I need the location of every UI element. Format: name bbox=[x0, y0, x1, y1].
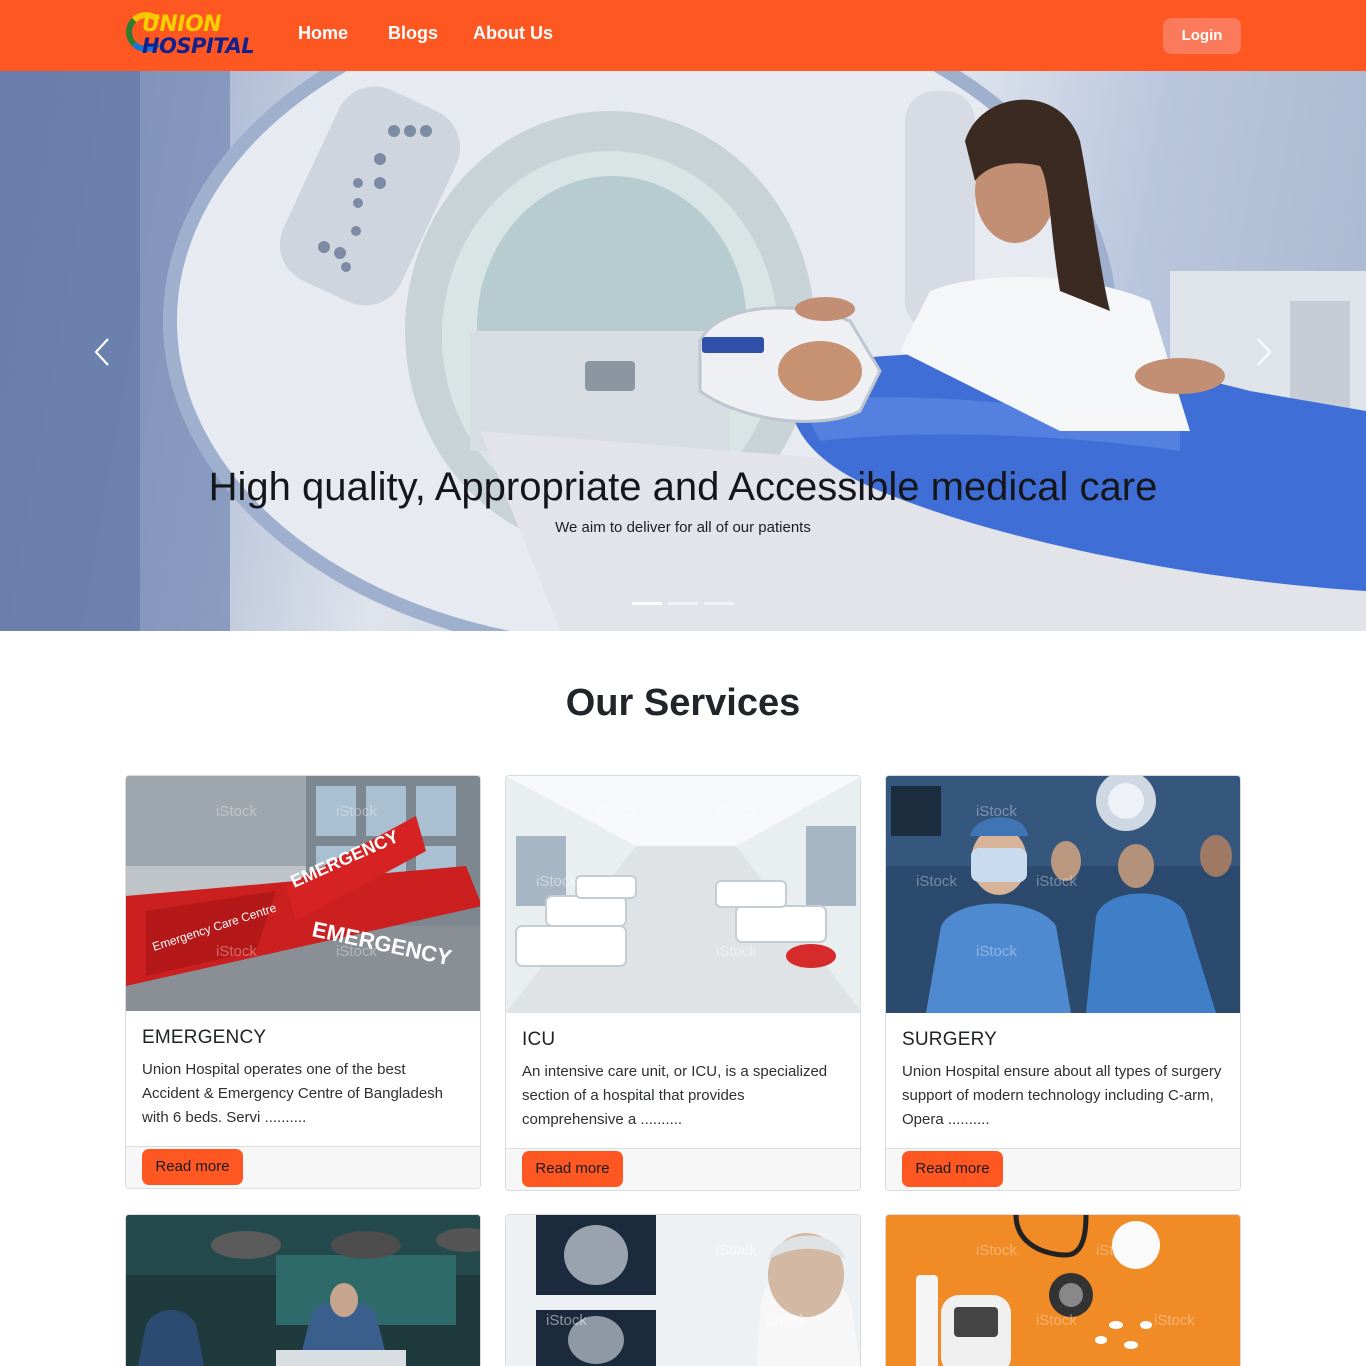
read-more-button[interactable]: Read more bbox=[902, 1151, 1003, 1187]
service-card-operation-theatre bbox=[125, 1214, 481, 1366]
surgery-image: iStock iStock iStock iStock bbox=[886, 776, 1240, 1013]
navbar: UNION HOSPITAL Home Blogs About Us Login bbox=[0, 0, 1366, 71]
emergency-image: EMERGENCY EMERGENCY Emergency Care Centr… bbox=[126, 776, 480, 1011]
service-card-diagnostics: iStock iStock iStock bbox=[505, 1214, 861, 1366]
hero-subtitle: We aim to deliver for all of our patient… bbox=[555, 519, 811, 536]
read-more-button[interactable]: Read more bbox=[522, 1151, 623, 1187]
carousel-indicator-1[interactable] bbox=[632, 602, 662, 605]
hero-carousel: High quality, Appropriate and Accessible… bbox=[0, 71, 1366, 631]
card-title: EMERGENCY bbox=[142, 1027, 267, 1048]
operation-theatre-photo bbox=[126, 1215, 480, 1366]
watermark-text: iStock bbox=[1096, 1242, 1137, 1259]
services-heading: Our Services bbox=[565, 682, 801, 724]
watermark-text: iStock bbox=[716, 1242, 757, 1259]
watermark-text: iStock bbox=[916, 873, 957, 890]
service-card-surgery: iStock iStock iStock iStock SURGERY Unio… bbox=[885, 775, 1241, 1191]
card-footer: Read more bbox=[126, 1146, 480, 1188]
watermark-text: iStock bbox=[216, 803, 257, 820]
card-body: SURGERY Union Hospital ensure about all … bbox=[886, 1013, 1240, 1146]
nav-home[interactable]: Home bbox=[298, 23, 348, 44]
card-footer: Read more bbox=[886, 1148, 1240, 1190]
watermark-text: iStock bbox=[716, 803, 757, 820]
watermark-text: iStock bbox=[336, 943, 377, 960]
watermark-text: iStock bbox=[1154, 1312, 1195, 1329]
icu-ward-photo: iStock iStock iStock iStock bbox=[506, 776, 860, 1013]
watermark-text: iStock bbox=[546, 1312, 587, 1329]
radiology-photo: iStock iStock iStock bbox=[506, 1215, 860, 1366]
watermark-text: iStock bbox=[1036, 1312, 1077, 1329]
mri-scanner-photo bbox=[0, 71, 1366, 631]
card-title: ICU bbox=[522, 1029, 556, 1050]
card-body: ICU An intensive care unit, or ICU, is a… bbox=[506, 1013, 860, 1146]
service-card-emergency: EMERGENCY EMERGENCY Emergency Care Centr… bbox=[125, 775, 481, 1189]
watermark-text: iStock bbox=[766, 1312, 807, 1329]
emergency-building-photo: EMERGENCY EMERGENCY Emergency Care Centr… bbox=[126, 776, 480, 1011]
hero-caption: High quality, Appropriate and Accessible… bbox=[183, 463, 1183, 536]
card-footer: Read more bbox=[506, 1148, 860, 1190]
watermark-text: iStock bbox=[216, 943, 257, 960]
carousel-indicator-2[interactable] bbox=[668, 602, 698, 605]
nav-about-us[interactable]: About Us bbox=[473, 23, 553, 44]
card-title: SURGERY bbox=[902, 1029, 998, 1050]
glucose-meter-photo: iStock iStock iStock iStock bbox=[886, 1215, 1240, 1366]
hero-title: High quality, Appropriate and Accessible… bbox=[208, 465, 1158, 509]
service-card-diabetes: iStock iStock iStock iStock bbox=[885, 1214, 1241, 1366]
carousel-indicator-3[interactable] bbox=[704, 602, 734, 605]
carousel-prev-button[interactable] bbox=[82, 327, 122, 377]
card-body: EMERGENCY Union Hospital operates one of… bbox=[126, 1011, 480, 1144]
watermark-text: iStock bbox=[596, 803, 637, 820]
watermark-text: iStock bbox=[716, 943, 757, 960]
diabetes-image: iStock iStock iStock iStock bbox=[886, 1215, 1240, 1366]
card-text: An intensive care unit, or ICU, is a spe… bbox=[522, 1063, 828, 1128]
card-text: Union Hospital operates one of the best … bbox=[142, 1061, 444, 1126]
chevron-right-icon bbox=[1257, 338, 1272, 366]
icu-image: iStock iStock iStock iStock bbox=[506, 776, 860, 1013]
read-more-button[interactable]: Read more bbox=[142, 1149, 243, 1185]
watermark-text: iStock bbox=[976, 1242, 1017, 1259]
union-hospital-logo[interactable]: UNION HOSPITAL bbox=[126, 8, 255, 60]
login-button[interactable]: Login bbox=[1163, 18, 1241, 54]
operation-theatre-image bbox=[126, 1215, 480, 1366]
watermark-text: iStock bbox=[976, 803, 1017, 820]
watermark-text: iStock bbox=[976, 943, 1017, 960]
logo-text-hospital: HOSPITAL bbox=[142, 34, 255, 58]
nav-blogs[interactable]: Blogs bbox=[388, 23, 438, 44]
watermark-text: iStock bbox=[336, 803, 377, 820]
watermark-text: iStock bbox=[1036, 873, 1077, 890]
surgery-team-photo: iStock iStock iStock iStock bbox=[886, 776, 1240, 1013]
watermark-text: iStock bbox=[536, 873, 577, 890]
carousel-next-button[interactable] bbox=[1244, 327, 1284, 377]
card-text: Union Hospital ensure about all types of… bbox=[902, 1063, 1222, 1128]
service-card-icu: iStock iStock iStock iStock ICU An inten… bbox=[505, 775, 861, 1191]
chevron-left-icon bbox=[94, 338, 109, 366]
diagnostics-image: iStock iStock iStock bbox=[506, 1215, 860, 1366]
